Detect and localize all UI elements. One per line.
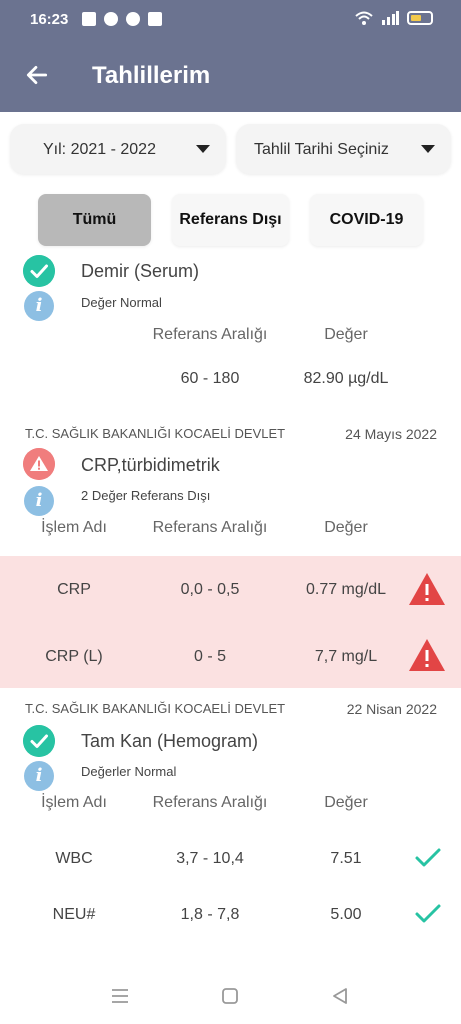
- reference-range: 3,7 - 10,4: [176, 850, 244, 867]
- column-header-reference: Referans Aralığı: [152, 326, 268, 343]
- year-select[interactable]: Yıl: 2021 - 2022: [10, 124, 226, 174]
- test-date: 24 Mayıs 2022: [345, 426, 437, 442]
- chevron-down-icon: [196, 145, 210, 153]
- home-icon[interactable]: [221, 987, 239, 1005]
- reference-range: 60 - 180: [180, 370, 240, 387]
- check-circle-icon: [23, 255, 55, 287]
- info-icon[interactable]: i: [24, 486, 54, 516]
- system-nav-bar: [0, 968, 461, 1024]
- parameter-name: CRP (L): [45, 648, 103, 665]
- tab-out-of-reference[interactable]: Referans Dışı: [172, 194, 289, 246]
- info-icon[interactable]: i: [24, 291, 54, 321]
- back-icon[interactable]: [331, 987, 349, 1005]
- status-bar: 16:23: [0, 0, 461, 40]
- test-name: Demir (Serum): [81, 261, 200, 281]
- checkmark-icon: [415, 848, 441, 867]
- signal-icon: [382, 11, 399, 25]
- result-value: 82.90 µg/dL: [303, 370, 389, 387]
- check-circle-icon: [23, 725, 55, 757]
- status-time: 16:23: [30, 11, 69, 28]
- column-header-reference: Referans Aralığı: [152, 794, 268, 811]
- tab-covid[interactable]: COVID-19: [310, 194, 423, 246]
- parameter-name: NEU#: [52, 906, 96, 923]
- test-name: CRP,türbidimetrik: [81, 455, 220, 475]
- hospital-name: T.C. SAĞLIK BAKANLIĞI KOCAELİ DEVLET: [25, 426, 286, 441]
- warning-circle-icon: [23, 448, 55, 480]
- box-icon: [82, 12, 96, 26]
- column-header-value: Değer: [324, 519, 368, 536]
- app-notification-icon: [126, 12, 140, 26]
- chevron-down-icon: [421, 145, 435, 153]
- result-value: 5.00: [330, 906, 362, 923]
- warning-triangle-icon: [409, 573, 445, 605]
- page-title: Tahlillerim: [92, 62, 211, 89]
- info-icon[interactable]: i: [24, 761, 54, 791]
- year-select-value: Yıl: 2021 - 2022: [43, 141, 156, 158]
- back-arrow-icon[interactable]: [24, 62, 50, 88]
- status-right: [355, 11, 433, 25]
- reference-range: 0 - 5: [193, 648, 226, 665]
- result-value: 7,7 mg/L: [314, 648, 378, 665]
- warning-triangle-icon: [409, 639, 445, 671]
- test-name: Tam Kan (Hemogram): [81, 731, 259, 751]
- reference-range: 0,0 - 0,5: [180, 581, 240, 598]
- result-value: 7.51: [330, 850, 362, 867]
- menu-icon[interactable]: [110, 988, 130, 1004]
- hospital-name: T.C. SAĞLIK BAKANLIĞI KOCAELİ DEVLET: [25, 701, 286, 716]
- checkmark-icon: [415, 904, 441, 923]
- app-notification-icon: [104, 12, 118, 26]
- date-select[interactable]: Tahlil Tarihi Seçiniz: [236, 124, 451, 174]
- test-status: Değer Normal: [81, 295, 162, 310]
- column-header-reference: Referans Aralığı: [152, 519, 268, 536]
- parameter-name: CRP: [57, 581, 91, 598]
- reference-range: 1,8 - 7,8: [180, 906, 240, 923]
- test-status: 2 Değer Referans Dışı: [81, 488, 211, 503]
- date-select-value: Tahlil Tarihi Seçiniz: [254, 141, 389, 158]
- tab-all[interactable]: Tümü: [38, 194, 151, 246]
- wifi-icon: [355, 11, 373, 25]
- test-date: 22 Nisan 2022: [346, 701, 437, 717]
- column-header-value: Değer: [324, 326, 368, 343]
- app-bar: Tahlillerim: [0, 40, 461, 112]
- result-value: 0.77 mg/dL: [305, 581, 387, 598]
- column-header-name: İşlem Adı: [41, 794, 107, 811]
- test-status: Değerler Normal: [81, 764, 177, 779]
- app-notification-icon: [148, 12, 162, 26]
- table-row[interactable]: CRP 0,0 - 0,5 0.77 mg/dL: [0, 556, 461, 622]
- battery-icon: [407, 11, 433, 25]
- column-header-value: Değer: [324, 794, 368, 811]
- notification-icons: [82, 12, 162, 26]
- column-header-name: İşlem Adı: [41, 519, 107, 536]
- table-row[interactable]: CRP (L) 0 - 5 7,7 mg/L: [0, 622, 461, 688]
- parameter-name: WBC: [55, 850, 93, 867]
